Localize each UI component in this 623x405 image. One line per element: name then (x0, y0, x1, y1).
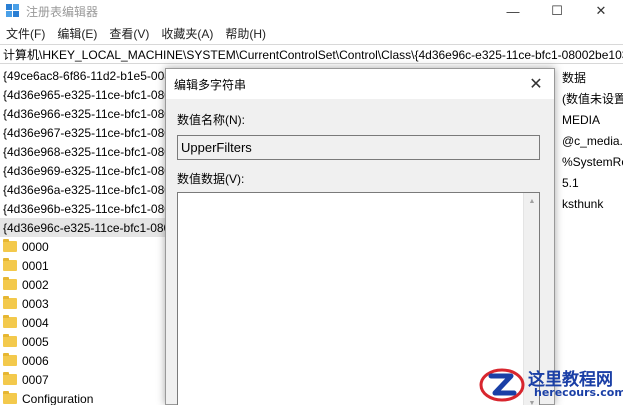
value-name-field: UpperFilters (177, 135, 540, 160)
value-data-cell[interactable]: %SystemRoot% (556, 151, 623, 172)
folder-icon (3, 258, 17, 271)
tree-item-label: {49ce6ac8-6f86-11d2-b1e5-0080c72e74a2} (3, 68, 170, 83)
tree-subkey-label: 0001 (22, 258, 49, 273)
title-bar: 注册表编辑器 — ☐ ✕ (0, 0, 623, 22)
menu-view[interactable]: 查看(V) (103, 25, 155, 42)
dialog-title-bar: 编辑多字符串 ✕ (166, 69, 554, 99)
site-watermark: 这里教程网 herecours.com (476, 362, 623, 405)
dialog-title: 编辑多字符串 (174, 77, 247, 92)
tree-item[interactable]: {4d36e966-e325-11ce-bfc1-08002be10318} (0, 104, 170, 123)
tree-subkey-label: 0003 (22, 296, 49, 311)
tree-item-selected[interactable]: {4d36e96c-e325-11ce-bfc1-08002be10318} (0, 218, 170, 237)
folder-icon (3, 391, 17, 404)
folder-icon (3, 277, 17, 290)
tree-subkey-label: 0006 (22, 353, 49, 368)
key-tree: {49ce6ac8-6f86-11d2-b1e5-0080c72e74a2} {… (0, 66, 170, 405)
folder-icon (3, 372, 17, 385)
column-header-data[interactable]: 数据 (556, 66, 623, 88)
tree-subkey[interactable]: 0005 (0, 332, 170, 351)
tree-item[interactable]: {4d36e968-e325-11ce-bfc1-08002be10318} (0, 142, 170, 161)
folder-icon (3, 353, 17, 366)
watermark-logo-icon (479, 368, 525, 402)
scroll-up-arrow-icon[interactable]: ▲ (524, 193, 540, 209)
tree-item[interactable]: {49ce6ac8-6f86-11d2-b1e5-0080c72e74a2} (0, 66, 170, 85)
value-data-cell[interactable]: (数值未设置) (556, 88, 623, 109)
tree-item-label: {4d36e96b-e325-11ce-bfc1-08002be10318} (3, 201, 170, 216)
tree-subkey[interactable]: 0002 (0, 275, 170, 294)
tree-subkey[interactable]: 0003 (0, 294, 170, 313)
tree-subkey[interactable]: 0000 (0, 237, 170, 256)
tree-subkey-label: Configuration (22, 391, 94, 405)
tree-subkey[interactable]: Configuration (0, 389, 170, 405)
edit-multi-string-dialog: 编辑多字符串 ✕ 数值名称(N): UpperFilters 数值数据(V): … (165, 68, 555, 405)
tree-item-label: {4d36e965-e325-11ce-bfc1-08002be10318} (3, 87, 170, 102)
menu-edit[interactable]: 编辑(E) (51, 25, 103, 42)
tree-subkey[interactable]: 0006 (0, 351, 170, 370)
address-bar[interactable]: 计算机\HKEY_LOCAL_MACHINE\SYSTEM\CurrentCon… (0, 44, 623, 64)
address-path: 计算机\HKEY_LOCAL_MACHINE\SYSTEM\CurrentCon… (3, 47, 623, 62)
tree-subkey-label: 0007 (22, 372, 49, 387)
tree-subkey-label: 0000 (22, 239, 49, 254)
folder-icon (3, 239, 17, 252)
values-pane: 数据 (数值未设置) MEDIA @c_media.inf %SystemRoo… (556, 66, 623, 405)
tree-subkey-label: 0005 (22, 334, 49, 349)
dialog-close-button[interactable]: ✕ (524, 73, 548, 95)
value-data-cell[interactable]: @c_media.inf (556, 130, 623, 151)
minimize-button[interactable]: — (491, 0, 535, 22)
maximize-button[interactable]: ☐ (535, 0, 579, 22)
tree-item-label: {4d36e969-e325-11ce-bfc1-08002be10318} (3, 163, 170, 178)
folder-icon (3, 296, 17, 309)
tree-item-label: {4d36e96c-e325-11ce-bfc1-08002be10318} (3, 220, 170, 235)
tree-item-label: {4d36e96a-e325-11ce-bfc1-08002be10318} (3, 182, 170, 197)
tree-item-label: {4d36e968-e325-11ce-bfc1-08002be10318} (3, 144, 170, 159)
folder-icon (3, 315, 17, 328)
close-window-button[interactable]: ✕ (579, 0, 623, 22)
folder-icon (3, 334, 17, 347)
tree-item[interactable]: {4d36e96b-e325-11ce-bfc1-08002be10318} (0, 199, 170, 218)
value-data-cell[interactable]: 5.1 (556, 172, 623, 193)
tree-item[interactable]: {4d36e967-e325-11ce-bfc1-08002be10318} (0, 123, 170, 142)
menu-file[interactable]: 文件(F) (0, 25, 51, 42)
value-data-cell[interactable]: MEDIA (556, 109, 623, 130)
menu-favorites[interactable]: 收藏夹(A) (155, 25, 219, 42)
tree-item[interactable]: {4d36e965-e325-11ce-bfc1-08002be10318} (0, 85, 170, 104)
window-title: 注册表编辑器 (26, 4, 99, 19)
value-data-cell[interactable]: ksthunk (556, 193, 623, 214)
tree-item[interactable]: {4d36e969-e325-11ce-bfc1-08002be10318} (0, 161, 170, 180)
menu-bar: 文件(F) 编辑(E) 查看(V) 收藏夹(A) 帮助(H) (0, 23, 623, 43)
tree-subkey-label: 0002 (22, 277, 49, 292)
tree-subkey[interactable]: 0004 (0, 313, 170, 332)
registry-editor-icon (6, 4, 20, 18)
tree-subkey[interactable]: 0001 (0, 256, 170, 275)
tree-item-label: {4d36e967-e325-11ce-bfc1-08002be10318} (3, 125, 170, 140)
tree-subkey[interactable]: 0007 (0, 370, 170, 389)
watermark-site-url: herecours.com (534, 386, 623, 399)
tree-item-label: {4d36e966-e325-11ce-bfc1-08002be10318} (3, 106, 170, 121)
value-name-label: 数值名称(N): (177, 113, 245, 127)
value-data-label: 数值数据(V): (177, 172, 245, 186)
tree-subkey-label: 0004 (22, 315, 49, 330)
value-name-text: UpperFilters (181, 140, 252, 155)
tree-item[interactable]: {4d36e96a-e325-11ce-bfc1-08002be10318} (0, 180, 170, 199)
menu-help[interactable]: 帮助(H) (219, 25, 272, 42)
